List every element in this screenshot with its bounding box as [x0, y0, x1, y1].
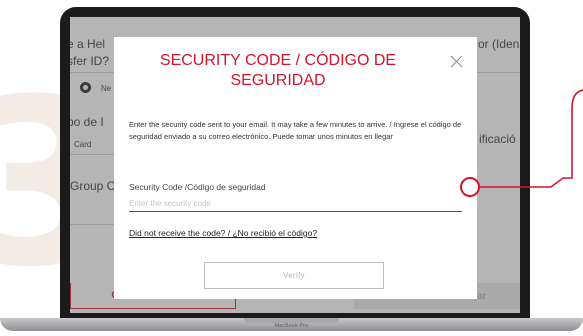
laptop-model-label: MacBook Pro	[274, 323, 309, 329]
security-code-label: Security Code /Código de seguridad	[129, 182, 266, 192]
dialog-title: SECURITY CODE / CÓDIGO DE SEGURIDAD	[159, 52, 397, 89]
resend-code-link[interactable]: Did not receive the code? / ¿No recibió …	[129, 228, 317, 238]
security-code-dialog: SECURITY CODE / CÓDIGO DE SEGURIDAD Ente…	[114, 37, 477, 299]
dialog-instructions: Enter the security code sent to your ema…	[129, 120, 462, 141]
marketing-graphic: 3 MacBook Pro e a Hel sfer ID? or (Iden …	[0, 0, 583, 336]
close-icon[interactable]	[450, 55, 463, 68]
verify-button[interactable]: Verify	[204, 262, 384, 289]
laptop-screen: e a Hel sfer ID? or (Iden Ne po de I Car…	[70, 17, 520, 313]
security-code-input[interactable]	[129, 196, 462, 212]
